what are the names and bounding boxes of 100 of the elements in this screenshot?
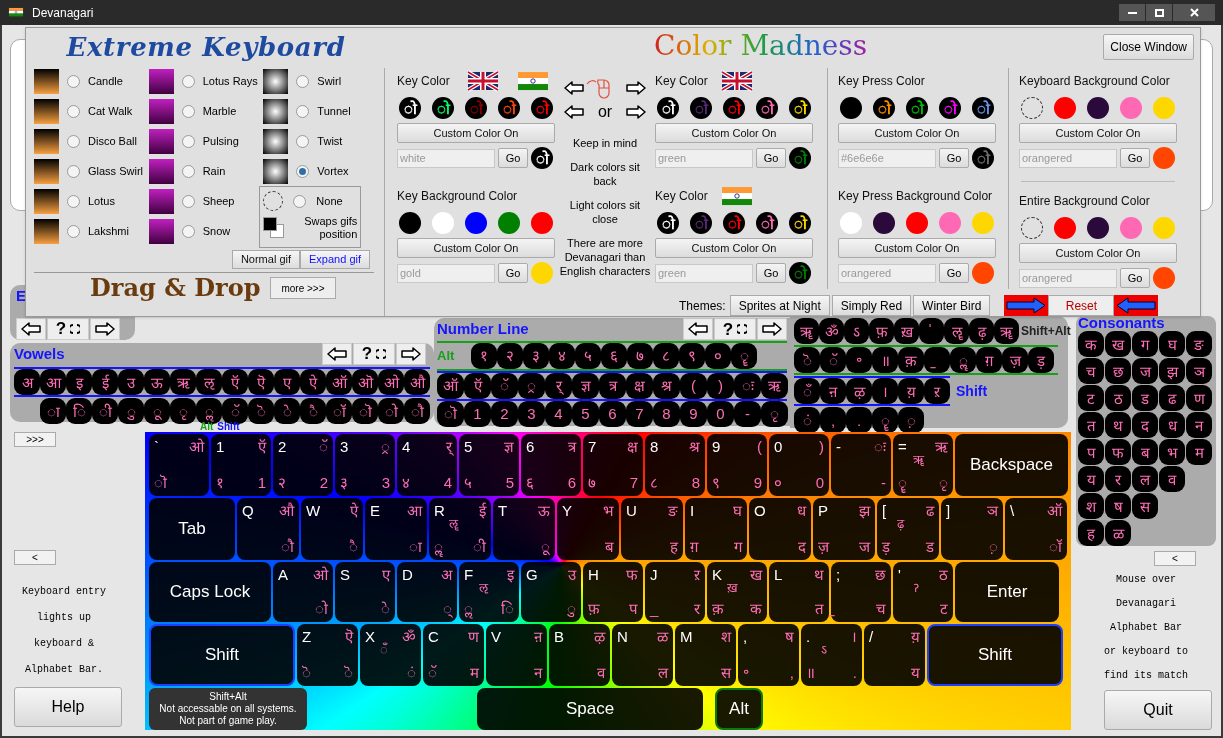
keyboard-key[interactable]: Caps Lock <box>149 562 271 622</box>
letter-key[interactable]: ॣ <box>950 347 976 373</box>
letter-key[interactable]: ह <box>1078 520 1104 546</box>
letter-key[interactable]: र <box>1105 466 1131 492</box>
color-swatch[interactable]: ो <box>531 147 553 169</box>
letter-key[interactable]: 6 <box>599 400 626 427</box>
close-button[interactable] <box>1173 4 1215 21</box>
collapse-button[interactable]: < <box>14 550 56 565</box>
keyboard-key[interactable]: \ ऑ ॉ <box>1005 498 1067 560</box>
keyboard-key[interactable]: M श स <box>675 624 736 686</box>
letter-key[interactable]: ॥ <box>872 347 898 373</box>
radio-button[interactable] <box>181 164 195 178</box>
letter-key[interactable]: ॐ <box>819 318 844 344</box>
gif-mode-button[interactable]: Normal gif <box>231 250 300 269</box>
letter-key[interactable]: ५ <box>575 342 601 369</box>
letter-key[interactable]: ( <box>680 372 707 399</box>
letter-key[interactable]: 2 <box>491 400 518 427</box>
letter-key[interactable]: ल <box>1132 466 1158 492</box>
radio-button[interactable] <box>181 134 195 148</box>
letter-key[interactable]: ा <box>40 398 66 424</box>
letter-key[interactable]: ी <box>92 398 118 424</box>
keyboard-key[interactable]: 9 ( ९ 9 <box>707 434 767 496</box>
keyboard-key[interactable]: ] ञ ़ <box>941 498 1003 560</box>
color-input[interactable]: orangered <box>1019 268 1117 288</box>
letter-key[interactable]: क <box>1078 331 1104 357</box>
keyboard-key[interactable]: 0 ) ० 0 <box>769 434 829 496</box>
letter-key[interactable]: ि <box>66 398 92 424</box>
letter-key[interactable]: ध <box>1159 412 1185 438</box>
previous-button[interactable] <box>683 318 713 341</box>
letter-key[interactable]: ९ <box>679 342 705 369</box>
color-swatch[interactable] <box>498 212 520 234</box>
letter-key[interactable]: ठ <box>1105 385 1131 411</box>
letter-key[interactable]: उ <box>118 369 144 395</box>
letter-key[interactable]: फ <box>1105 439 1131 465</box>
close-window-button[interactable]: Close Window <box>1103 34 1194 60</box>
color-swatch[interactable] <box>399 212 421 234</box>
letter-key[interactable]: ४ <box>549 342 575 369</box>
radio-button[interactable] <box>181 74 195 88</box>
help-button[interactable]: ? <box>353 343 395 365</box>
letter-key[interactable]: ु <box>118 398 144 424</box>
keyboard-key[interactable]: Q औ ौ <box>237 498 299 560</box>
keyboard-key[interactable]: Shift <box>927 624 1063 686</box>
letter-key[interactable]: ड <box>1132 385 1158 411</box>
color-input[interactable]: white <box>397 148 495 168</box>
go-button[interactable]: Go <box>498 148 528 168</box>
custom-color-button[interactable]: Custom Color On <box>1019 243 1177 263</box>
color-swatch[interactable] <box>1054 97 1076 119</box>
letter-key[interactable]: ऍ <box>222 369 248 395</box>
minimize-button[interactable] <box>1119 4 1145 21</box>
letter-key[interactable]: त्र <box>599 372 626 399</box>
letter-key[interactable]: ृ <box>761 400 788 427</box>
letter-key[interactable]: ृ <box>170 398 196 424</box>
letter-key[interactable]: १ <box>471 342 497 369</box>
letter-key[interactable]: ऐ <box>300 369 326 395</box>
letter-key[interactable]: ऑ <box>326 369 352 395</box>
letter-key[interactable]: ७ <box>627 342 653 369</box>
keyboard-key[interactable]: 7 क्ष ७ 7 <box>583 434 643 496</box>
keyboard-key[interactable]: Space <box>477 688 703 730</box>
keyboard-key[interactable]: Z ऎ ॆ ॆ <box>297 624 358 686</box>
keyboard-key[interactable]: Backspace <box>955 434 1068 496</box>
keyboard-key[interactable]: J ऱ _ र <box>645 562 705 622</box>
color-input[interactable]: orangered <box>838 263 936 283</box>
letter-key[interactable]: ख <box>1105 331 1131 357</box>
help-button[interactable]: ? <box>714 318 756 341</box>
letter-key[interactable]: ङ <box>1186 331 1212 357</box>
letter-key[interactable]: ॑ <box>919 318 944 344</box>
letter-key[interactable]: ८ <box>653 342 679 369</box>
keyboard-key[interactable]: [ ढ ढ़ ड़ ड <box>877 498 939 560</box>
keyboard-key[interactable]: ' ठ ॽ ट <box>893 562 953 622</box>
letter-key[interactable]: स <box>1132 493 1158 519</box>
letter-key[interactable]: ३ <box>523 342 549 369</box>
reset-button[interactable]: Reset <box>1048 295 1115 316</box>
keyboard-key[interactable]: G उ ु <box>521 562 581 622</box>
letter-key[interactable]: य <box>1078 466 1104 492</box>
custom-color-button[interactable]: Custom Color On <box>397 123 555 143</box>
keyboard-key[interactable]: P झ ज़ ज <box>813 498 875 560</box>
radio-button[interactable] <box>67 164 80 178</box>
color-swatch[interactable] <box>465 212 487 234</box>
color-swatch[interactable] <box>1153 217 1175 239</box>
letter-key[interactable]: ऩ <box>820 378 846 404</box>
letter-key[interactable]: ॠ <box>794 318 819 344</box>
letter-key[interactable]: ० <box>705 342 731 369</box>
letter-key[interactable]: ौ <box>404 398 430 424</box>
go-button[interactable]: Go <box>939 148 969 168</box>
keyboard-key[interactable]: Alt <box>715 688 763 730</box>
collapse-button[interactable]: < <box>1154 551 1196 566</box>
keyboard-key[interactable]: 4 र् ४ 4 <box>397 434 457 496</box>
keyboard-key[interactable]: D अ ् <box>397 562 457 622</box>
keyboard-key[interactable]: F इ ऌ ॢ ि <box>459 562 519 622</box>
expand-button[interactable]: >>> <box>14 432 56 447</box>
letter-key[interactable]: ॅ <box>820 347 846 373</box>
letter-key[interactable]: ञ <box>1186 358 1212 384</box>
custom-color-button[interactable]: Custom Color On <box>655 123 813 143</box>
color-swatch[interactable]: ो <box>789 262 811 284</box>
keyboard-key[interactable]: T ऊ ू <box>493 498 555 560</box>
go-button[interactable]: Go <box>756 148 786 168</box>
keyboard-key[interactable]: ; छ ॒ च <box>831 562 891 622</box>
radio-button[interactable] <box>67 104 80 118</box>
radio-button[interactable] <box>296 74 310 88</box>
letter-key[interactable]: ॄ <box>731 342 757 369</box>
